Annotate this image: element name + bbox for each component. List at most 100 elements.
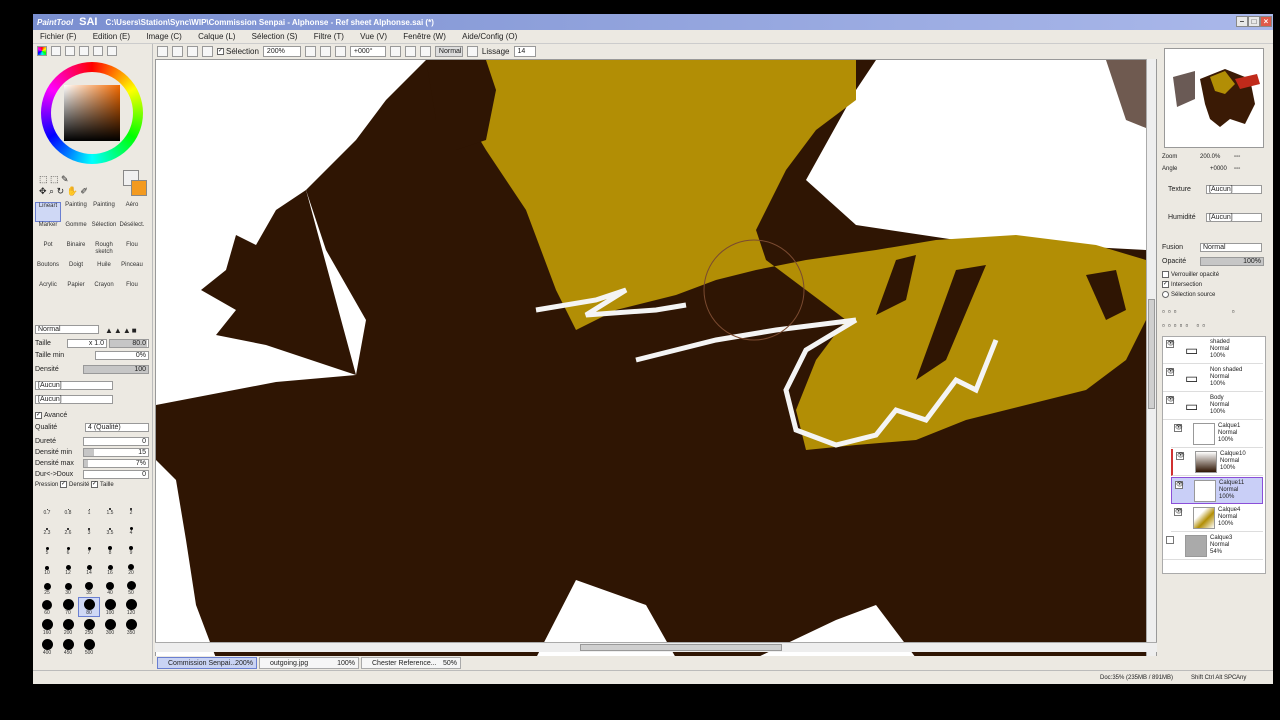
brush-size-0.7[interactable]: 0.7 xyxy=(37,498,57,516)
brush-size-20[interactable]: 20 xyxy=(121,558,141,576)
tool-painting-2[interactable]: Painting xyxy=(91,202,117,222)
brush-size-350[interactable]: 350 xyxy=(121,618,141,636)
brush-size-500[interactable]: 500 xyxy=(79,638,99,656)
brush-size-200[interactable]: 200 xyxy=(58,618,78,636)
minimize-button[interactable]: – xyxy=(1236,16,1248,27)
tool-painting[interactable]: Painting xyxy=(63,202,89,222)
brush-size-3[interactable]: 3 xyxy=(79,518,99,536)
menu-fichier[interactable]: Fichier (F) xyxy=(33,30,83,44)
tool-binaire[interactable]: Binaire xyxy=(63,242,89,262)
texture-dropdown-1[interactable]: [Aucun] xyxy=(35,381,113,390)
pression-taille-toggle[interactable]: ✓ Taille xyxy=(91,480,114,488)
maximize-button[interactable]: □ xyxy=(1248,16,1260,27)
tool-huile[interactable]: Huile xyxy=(91,262,117,282)
primary-color-swatch[interactable] xyxy=(131,180,147,196)
menu-edition[interactable]: Edition (E) xyxy=(86,30,137,44)
selection-source-toggle[interactable]: Sélection source xyxy=(1162,290,1266,301)
zoom-out-icon[interactable] xyxy=(319,46,331,57)
eye-icon[interactable]: 👁 xyxy=(1166,368,1175,376)
taille-min-slider[interactable]: 0% xyxy=(95,351,149,360)
rotate-right-icon[interactable] xyxy=(404,46,416,57)
brush-size-7[interactable]: 7 xyxy=(79,538,99,556)
rotate-left-icon[interactable] xyxy=(389,46,401,57)
horizontal-scroll-thumb[interactable] xyxy=(580,644,782,651)
flip-icon[interactable] xyxy=(466,46,478,57)
selection-toggle[interactable]: ✓ Sélection xyxy=(217,47,259,56)
brush-size-30[interactable]: 30 xyxy=(58,578,78,596)
mode-dropdown[interactable]: Normal xyxy=(434,46,463,57)
densite-slider[interactable]: 100 xyxy=(83,365,149,374)
tool-flou-2[interactable]: Flou xyxy=(119,282,145,302)
selection-tools-icons[interactable]: ⬚ ⬚ ✎ xyxy=(39,174,69,185)
brush-size-16[interactable]: 16 xyxy=(100,558,120,576)
eye-icon[interactable]: 👁 xyxy=(1176,452,1185,460)
brush-size-160[interactable]: 160 xyxy=(37,618,57,636)
eye-icon[interactable]: 👁 xyxy=(1175,481,1184,489)
color-sv-square[interactable] xyxy=(64,85,120,141)
tool-aero[interactable]: Aéro xyxy=(119,202,145,222)
layer-actions-row-1[interactable]: ▫▫▫ ▫ xyxy=(1162,306,1266,317)
tool-crayon[interactable]: Crayon xyxy=(91,282,117,302)
brush-size-8[interactable]: 8 xyxy=(100,538,120,556)
close-button[interactable]: × xyxy=(1260,16,1272,27)
brush-size-250[interactable]: 250 xyxy=(79,618,99,636)
opacite-slider[interactable]: 100% xyxy=(1200,257,1264,266)
tool-papier[interactable]: Papier xyxy=(63,282,89,302)
doc-tab-commission[interactable]: Commission Senpai... 200% xyxy=(157,657,257,669)
brush-size-2.6[interactable]: 2.6 xyxy=(58,518,78,536)
pression-densite-toggle[interactable]: ✓ Densité xyxy=(60,480,89,488)
nav-angle-buttons[interactable]: ▫▫▫ xyxy=(1234,164,1240,175)
layer-calque11[interactable]: 👁 Calque11 Normal 100% xyxy=(1171,477,1263,504)
eye-icon[interactable]: 👁 xyxy=(1166,340,1175,348)
invert-selection-icon[interactable] xyxy=(172,46,183,57)
eye-icon[interactable]: 👁 xyxy=(1166,396,1175,404)
brush-size-450[interactable]: 450 xyxy=(58,638,78,656)
menu-selection[interactable]: Sélection (S) xyxy=(245,30,305,44)
brush-size-60[interactable]: 60 xyxy=(37,598,57,616)
tool-deselect[interactable]: Désélect. xyxy=(119,222,145,242)
zoom-reset-icon[interactable] xyxy=(334,46,346,57)
nav-angle-value[interactable]: +0000 xyxy=(1210,164,1227,175)
tool-doigt[interactable]: Doigt xyxy=(63,262,89,282)
menu-vue[interactable]: Vue (V) xyxy=(353,30,394,44)
eye-icon[interactable] xyxy=(1166,536,1174,544)
fusion-dropdown[interactable]: Normal xyxy=(1200,243,1262,252)
crop-icon[interactable] xyxy=(187,46,198,57)
tool-acrylic[interactable]: Acrylic xyxy=(35,282,61,302)
tool-gomme[interactable]: Gomme xyxy=(63,222,89,242)
color-mixer-tab-icon[interactable] xyxy=(79,46,89,56)
layer-calque10[interactable]: 👁 Calque10 Normal 100% xyxy=(1171,449,1263,476)
brush-size-35[interactable]: 35 xyxy=(79,578,99,596)
brush-shape-icons[interactable]: ▲▲▲■ xyxy=(105,325,138,336)
tool-selection[interactable]: Sélection xyxy=(91,222,117,242)
brush-size-50[interactable]: 50 xyxy=(121,578,141,596)
nav-zoom-value[interactable]: 200.0% xyxy=(1200,152,1220,163)
nav-zoom-buttons[interactable]: ▫▫▫ xyxy=(1234,152,1240,163)
navigation-tools-icons[interactable]: ✥ ⌕ ↻ ✋ ✐ xyxy=(39,186,88,197)
brush-size-300[interactable]: 300 xyxy=(100,618,120,636)
tool-flou[interactable]: Flou xyxy=(119,242,145,262)
layer-body[interactable]: 👁 ▭ Body Normal 100% xyxy=(1163,393,1263,420)
drawing-canvas[interactable] xyxy=(155,59,1157,657)
color-hsv-tab-icon[interactable] xyxy=(65,46,75,56)
avance-toggle[interactable]: ✓ Avancé xyxy=(35,410,151,421)
menu-aide[interactable]: Aide/Config (O) xyxy=(455,30,524,44)
horizontal-scrollbar[interactable] xyxy=(155,642,1157,652)
color-wheel[interactable] xyxy=(41,62,143,164)
scratchpad-tab-icon[interactable] xyxy=(107,46,117,56)
brush-size-400[interactable]: 400 xyxy=(37,638,57,656)
eye-icon[interactable]: 👁 xyxy=(1174,424,1183,432)
angle-field[interactable]: +000° xyxy=(349,46,386,57)
layer-calque3[interactable]: Calque3 Normal 54% xyxy=(1163,533,1263,560)
eye-icon[interactable]: 👁 xyxy=(1174,508,1183,516)
brush-size-40[interactable]: 40 xyxy=(100,578,120,596)
taille-multiplier[interactable]: x 1.0 xyxy=(67,339,107,348)
swatches-tab-icon[interactable] xyxy=(93,46,103,56)
brush-size-10[interactable]: 10 xyxy=(37,558,57,576)
doc-tab-chester[interactable]: Chester Reference... 50% xyxy=(361,657,461,669)
tool-pot[interactable]: Pot xyxy=(35,242,61,262)
brush-size-6[interactable]: 6 xyxy=(58,538,78,556)
texture-dropdown-2[interactable]: [Aucun] xyxy=(35,395,113,404)
durete-slider[interactable]: 0 xyxy=(83,437,149,446)
texture-dropdown[interactable]: [Aucun] xyxy=(1206,185,1262,194)
